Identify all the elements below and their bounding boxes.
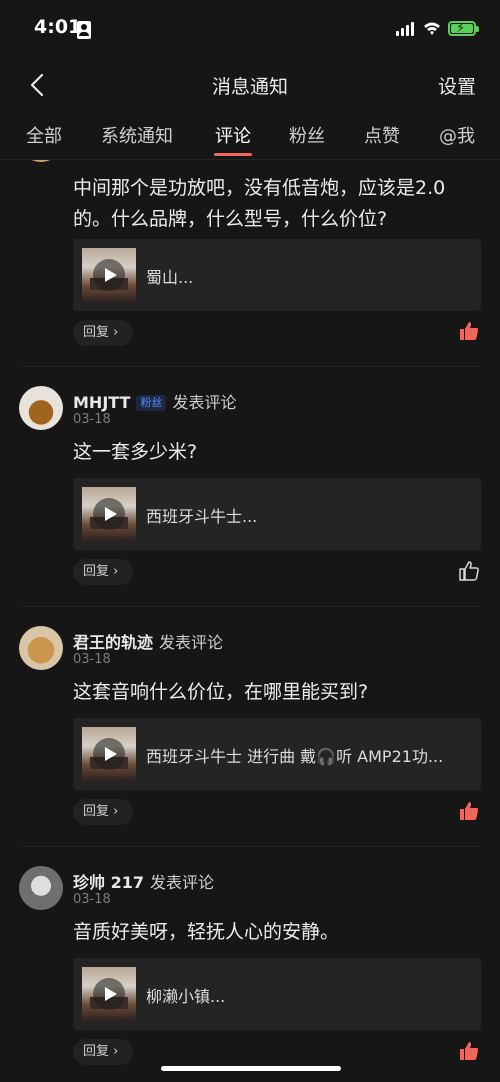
play-icon xyxy=(93,259,125,291)
tab-fans[interactable]: 粉丝 xyxy=(289,122,325,148)
username-text: 珍帅 217 xyxy=(73,873,144,892)
like-icon[interactable] xyxy=(458,560,480,582)
play-icon xyxy=(93,738,125,770)
avatar[interactable] xyxy=(19,386,63,430)
reply-button[interactable]: 回复 › xyxy=(73,799,133,825)
comment-date: 03-18 xyxy=(73,652,111,667)
wifi-icon xyxy=(424,22,440,35)
person-icon xyxy=(77,21,91,39)
video-card[interactable]: 西班牙斗牛士... xyxy=(73,478,481,550)
video-thumbnail xyxy=(82,967,136,1021)
reply-button[interactable]: 回复 › xyxy=(73,320,133,346)
video-title: 西班牙斗牛士 进行曲 戴🎧听 AMP21功... xyxy=(146,747,444,766)
reply-button[interactable]: 回复 › xyxy=(73,559,133,585)
divider xyxy=(20,366,480,367)
video-card[interactable]: 柳濑小镇... xyxy=(73,958,481,1030)
tab-mentions[interactable]: @我 xyxy=(439,122,475,148)
like-icon-active[interactable] xyxy=(458,320,480,342)
status-time: 4:01 xyxy=(34,16,82,38)
video-thumbnail xyxy=(82,727,136,781)
play-icon xyxy=(93,498,125,530)
settings-button[interactable]: 设置 xyxy=(438,72,476,99)
action-text: 发表评论 xyxy=(159,633,224,652)
video-card[interactable]: 西班牙斗牛士 进行曲 戴🎧听 AMP21功... xyxy=(73,718,481,790)
avatar[interactable] xyxy=(19,866,63,910)
like-icon-active[interactable] xyxy=(458,800,480,822)
comment-text: 中间那个是功放吧，没有低音炮，应该是2.0的。什么品牌，什么型号，什么价位? xyxy=(73,177,446,230)
comment-text: 这一套多少米? xyxy=(73,441,198,463)
nav-bar: 消息通知 设置 xyxy=(0,58,500,112)
action-text: 发表评论 xyxy=(149,873,214,892)
tab-all[interactable]: 全部 xyxy=(26,122,62,148)
video-thumbnail xyxy=(82,487,136,541)
play-icon xyxy=(93,978,125,1010)
signal-icon xyxy=(396,22,414,36)
status-bar: 4:01 ⚡ xyxy=(0,0,500,58)
username-text: MHJTT xyxy=(73,393,131,412)
action-text: 发表评论 xyxy=(172,393,237,412)
tab-comments[interactable]: 评论 xyxy=(215,122,251,148)
fan-badge: 粉丝 xyxy=(136,395,167,411)
battery-icon: ⚡ xyxy=(448,21,479,36)
active-tab-indicator xyxy=(214,153,252,156)
comment-text: 音质好美呀，轻抚人心的安静。 xyxy=(73,921,340,943)
page-title: 消息通知 xyxy=(211,76,288,98)
tab-system[interactable]: 系统通知 xyxy=(101,122,173,148)
comment-date: 03-18 xyxy=(73,892,111,907)
tab-likes[interactable]: 点赞 xyxy=(364,122,400,148)
divider xyxy=(20,846,480,847)
video-title: 西班牙斗牛士... xyxy=(146,507,258,526)
reply-button[interactable]: 回复 › xyxy=(73,1039,133,1065)
like-icon-active[interactable] xyxy=(458,1040,480,1062)
comment-item: 中间那个是功放吧，没有低音炮，应该是2.0的。什么品牌，什么型号，什么价位? 蜀… xyxy=(0,160,500,360)
comment-item: MHJTT 粉丝 发表评论 03-18 这一套多少米? 西班牙斗牛士... 回复 › xyxy=(0,374,500,614)
video-title: 蜀山... xyxy=(146,268,194,287)
comment-feed[interactable]: 中间那个是功放吧，没有低音炮，应该是2.0的。什么品牌，什么型号，什么价位? 蜀… xyxy=(0,160,500,1082)
comment-date: 03-18 xyxy=(73,412,111,427)
username[interactable]: 君王的轨迹 发表评论 xyxy=(73,629,223,653)
divider xyxy=(20,606,480,607)
tab-bar: 全部 系统通知 评论 粉丝 点赞 @我 xyxy=(0,112,500,160)
video-thumbnail xyxy=(82,248,136,302)
avatar[interactable] xyxy=(19,160,63,162)
username[interactable]: 珍帅 217 发表评论 xyxy=(73,869,214,893)
comment-item: 君王的轨迹 发表评论 03-18 这套音响什么价位，在哪里能买到? 西班牙斗牛士 … xyxy=(0,614,500,854)
username-text: 君王的轨迹 xyxy=(73,633,154,652)
video-card[interactable]: 蜀山... xyxy=(73,239,481,311)
video-title: 柳濑小镇... xyxy=(146,987,226,1006)
home-indicator[interactable] xyxy=(161,1066,341,1071)
username[interactable]: MHJTT 粉丝 发表评论 xyxy=(73,389,236,413)
avatar[interactable] xyxy=(19,626,63,670)
comment-text: 这套音响什么价位，在哪里能买到? xyxy=(73,681,369,703)
comment-item: 珍帅 217 发表评论 03-18 音质好美呀，轻抚人心的安静。 柳濑小镇... … xyxy=(0,854,500,1082)
